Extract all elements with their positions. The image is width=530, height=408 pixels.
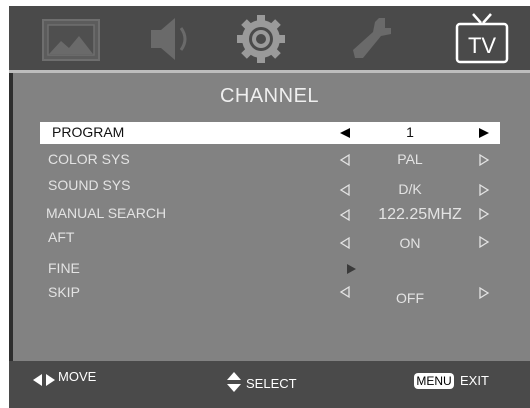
tv-icon: TV — [455, 13, 509, 64]
arrow-right-icon[interactable] — [344, 261, 358, 277]
move-arrows-icon — [33, 374, 55, 386]
row-value: 1 — [406, 124, 414, 140]
arrow-right-icon[interactable] — [477, 206, 491, 222]
row-value: 122.25MHZ — [378, 206, 462, 223]
menu-row-skip[interactable]: SKIP OFF — [40, 284, 500, 306]
row-label: PROGRAM — [52, 124, 125, 140]
row-label: COLOR SYS — [48, 151, 130, 167]
row-label: SOUND SYS — [48, 177, 131, 193]
arrow-right-icon[interactable] — [477, 285, 491, 301]
select-hint: SELECT — [246, 376, 297, 391]
move-hint: MOVE — [58, 369, 97, 384]
menu-row-fine[interactable]: FINE — [40, 258, 500, 280]
arrow-left-icon[interactable] — [338, 125, 352, 141]
row-label: FINE — [48, 260, 80, 276]
arrow-right-icon[interactable] — [477, 125, 491, 141]
arrow-left-icon[interactable] — [338, 152, 352, 168]
gear-icon — [237, 15, 285, 63]
row-value: OFF — [396, 290, 424, 306]
tab-picture[interactable] — [39, 14, 103, 64]
arrow-left-icon[interactable] — [338, 284, 352, 300]
arrow-right-icon[interactable] — [477, 234, 491, 250]
speaker-icon — [151, 18, 187, 60]
row-value: ON — [399, 235, 421, 251]
channel-panel: CHANNEL PROGRAM 1 COLOR SYS PAL SOUND SY… — [9, 73, 530, 361]
tab-function[interactable] — [345, 14, 395, 64]
menu-row-sound-sys[interactable]: SOUND SYS D/K — [40, 176, 500, 198]
tab-sound[interactable] — [145, 14, 195, 64]
exit-hint: EXIT — [460, 373, 489, 388]
menu-row-manual-search[interactable]: MANUAL SEARCH 122.25MHZ — [40, 203, 500, 225]
row-label: SKIP — [48, 284, 80, 300]
osd-screen: TV CHANNEL PROGRAM 1 COLOR SYS PAL SOUND… — [9, 6, 530, 408]
row-value: PAL — [397, 151, 423, 167]
wrench-icon — [353, 18, 391, 58]
menu-row-program[interactable]: PROGRAM 1 — [40, 122, 500, 144]
panel-edge — [9, 73, 13, 361]
page-title: CHANNEL — [219, 85, 320, 107]
row-label: AFT — [48, 229, 75, 245]
row-label: MANUAL SEARCH — [46, 205, 167, 221]
tv-tab-label: TV — [468, 33, 496, 58]
arrow-right-icon[interactable] — [477, 182, 491, 198]
menu-key-badge: MENU — [414, 373, 454, 389]
arrow-left-icon[interactable] — [338, 207, 352, 223]
arrow-right-icon[interactable] — [477, 152, 491, 168]
menu-tab-bar: TV — [9, 6, 530, 70]
menu-row-color-sys[interactable]: COLOR SYS PAL — [40, 149, 500, 171]
arrow-left-icon[interactable] — [338, 182, 352, 198]
picture-icon — [42, 19, 100, 61]
menu-row-aft[interactable]: AFT ON — [40, 229, 500, 251]
tab-setup[interactable] — [233, 14, 289, 64]
arrow-left-icon[interactable] — [338, 235, 352, 251]
select-arrows-icon — [227, 372, 241, 392]
row-value: D/K — [398, 181, 422, 197]
tab-tv[interactable]: TV — [451, 10, 513, 66]
